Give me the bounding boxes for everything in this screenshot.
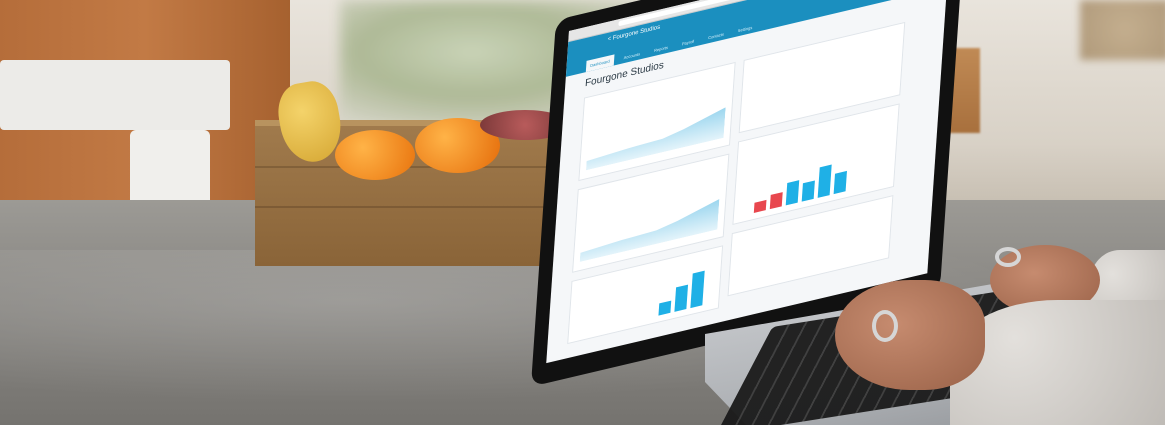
expense-bar (674, 284, 689, 312)
cabinet-panel (130, 130, 210, 210)
expense-bar (658, 300, 672, 316)
cash-flow-bar (801, 180, 815, 202)
ring (872, 310, 898, 342)
left-hand (835, 280, 985, 390)
expense-bar (690, 270, 705, 309)
cash-flow-bar (785, 180, 800, 206)
cash-flow-bar (769, 192, 783, 210)
background-plant (1080, 0, 1165, 60)
cash-flow-bar (817, 164, 832, 198)
cash-flow-bar (753, 199, 767, 213)
cash-flow-bar (833, 170, 847, 195)
ring (995, 247, 1021, 267)
orange (335, 130, 415, 180)
white-counter-shelf (0, 60, 230, 130)
photo-scene: < Fourgone Studios Dashboard Accounts Re… (0, 0, 1165, 425)
